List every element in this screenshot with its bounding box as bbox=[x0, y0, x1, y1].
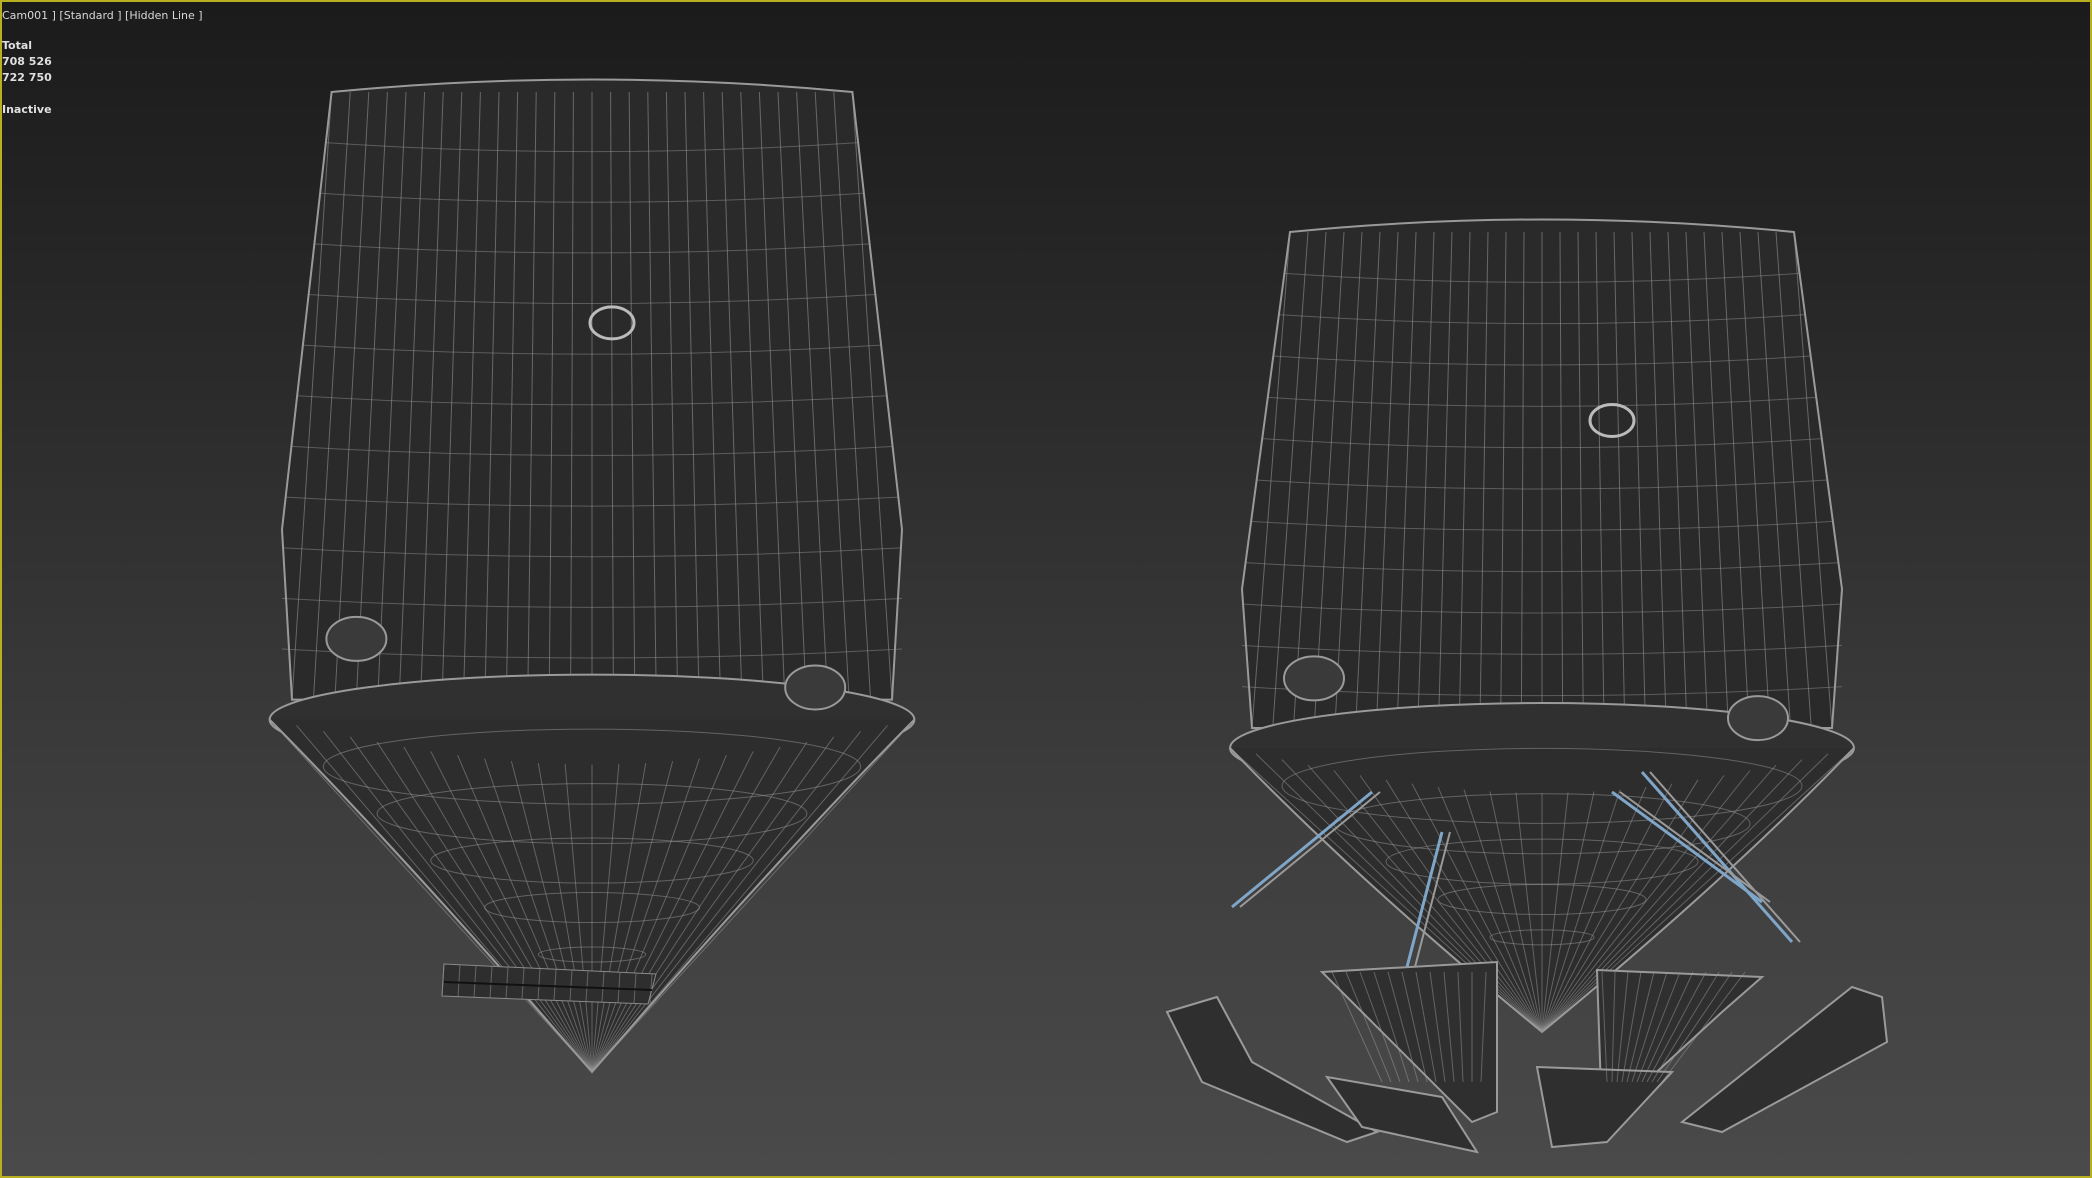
thruster bbox=[1727, 695, 1789, 742]
stats-status: Inactive bbox=[2, 103, 52, 116]
fragment bbox=[1165, 995, 1380, 1144]
stats-polys: 708 526 bbox=[2, 55, 52, 68]
thruster bbox=[325, 615, 388, 662]
wireframe-scene[interactable] bbox=[2, 2, 2092, 1178]
fragment bbox=[1535, 1065, 1675, 1149]
stats-verts: 722 750 bbox=[2, 71, 52, 84]
thruster bbox=[1283, 655, 1345, 702]
capsule-model-right[interactable] bbox=[1229, 218, 1855, 1034]
thruster bbox=[784, 664, 847, 711]
stats-title: Total bbox=[2, 39, 33, 52]
statistics-overlay: Total 708 526 722 750 Inactive bbox=[2, 38, 52, 118]
viewport-label[interactable]: Cam001 ] [Standard ] [Hidden Line ] bbox=[2, 8, 203, 24]
capsule-model-left[interactable] bbox=[268, 78, 916, 1074]
viewport[interactable]: Cam001 ] [Standard ] [Hidden Line ] Tota… bbox=[0, 0, 2092, 1178]
